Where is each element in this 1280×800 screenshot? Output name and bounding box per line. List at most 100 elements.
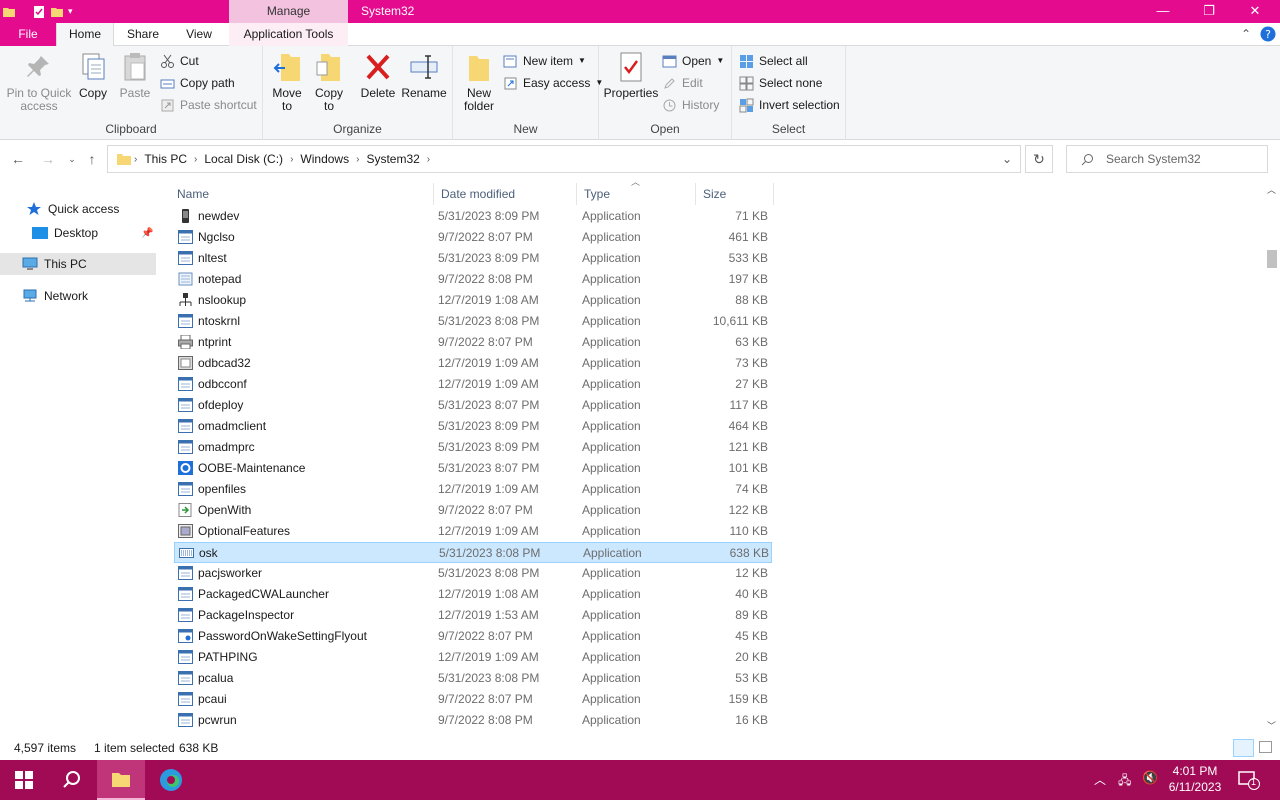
show-hidden-icons-icon[interactable]: ︿ — [1094, 771, 1106, 788]
table-row[interactable]: PATHPING 12/7/2019 1:09 AM Application 20 K… — [174, 647, 772, 668]
tab-share[interactable]: Share — [120, 23, 166, 46]
breadcrumb-system32[interactable]: System32 — [366, 152, 419, 166]
tab-view[interactable]: View — [176, 23, 222, 46]
paste-shortcut-button[interactable]: Paste shortcut — [160, 95, 257, 115]
easy-access-button[interactable]: Easy access ▼ — [503, 73, 603, 93]
table-row[interactable]: openfiles 12/7/2019 1:09 AM Application 74 … — [174, 479, 772, 500]
breadcrumb-separator-icon[interactable]: › — [290, 154, 293, 165]
table-row[interactable]: nltest 5/31/2023 8:09 PM Application 533 KB — [174, 248, 772, 269]
rename-button[interactable]: Rename — [401, 50, 447, 100]
restore-button[interactable]: ❐ — [1186, 0, 1232, 23]
edit-button[interactable]: Edit — [662, 73, 703, 93]
copy-button[interactable]: Copy — [74, 50, 112, 100]
table-row[interactable]: PackageInspector 12/7/2019 1:53 AM Applica… — [174, 605, 772, 626]
table-row[interactable]: odbcad32 12/7/2019 1:09 AM Application 73 K… — [174, 353, 772, 374]
table-row[interactable]: ntoskrnl 5/31/2023 8:08 PM Application 10,6… — [174, 311, 772, 332]
table-row[interactable]: pcwrun 9/7/2022 8:08 PM Application 16 KB — [174, 710, 772, 731]
properties-check-icon[interactable] — [32, 5, 46, 19]
scrollbar-thumb[interactable] — [1267, 250, 1277, 268]
table-row[interactable]: odbcconf 12/7/2019 1:09 AM Application 27 K… — [174, 374, 772, 395]
notification-center-icon[interactable]: 1 — [1238, 770, 1260, 790]
search-box[interactable]: Search System32 — [1066, 145, 1268, 173]
table-row[interactable]: OptionalFeatures 12/7/2019 1:09 AM Applica… — [174, 521, 772, 542]
refresh-icon[interactable]: ↻ — [1025, 145, 1053, 173]
cut-button[interactable]: Cut — [160, 51, 199, 71]
table-row[interactable]: PackagedCWALauncher 12/7/2019 1:08 AM Appl… — [174, 584, 772, 605]
open-button[interactable]: Open ▼ — [662, 51, 724, 71]
table-row[interactable]: pcalua 5/31/2023 8:08 PM Application 53 KB — [174, 668, 772, 689]
column-header-date[interactable]: Date modified — [434, 183, 577, 205]
paste-button[interactable]: Paste — [116, 50, 154, 100]
move-to-button[interactable]: Move to — [269, 50, 305, 113]
breadcrumb-windows[interactable]: Windows — [300, 152, 349, 166]
breadcrumb-local-disk[interactable]: Local Disk (C:) — [204, 152, 283, 166]
table-row[interactable]: Ngclso 9/7/2022 8:07 PM Application 461 KB — [174, 227, 772, 248]
table-row[interactable]: PasswordOnWakeSettingFlyout 9/7/2022 8:07… — [174, 626, 772, 647]
start-windows-icon[interactable] — [0, 760, 48, 800]
select-none-button[interactable]: Select none — [739, 73, 822, 93]
nav-quick-access[interactable]: Quick access — [0, 198, 156, 220]
column-header-name[interactable]: Name — [170, 183, 434, 205]
table-row[interactable]: notepad 9/7/2022 8:08 PM Application 197 KB — [174, 269, 772, 290]
breadcrumb-separator-icon[interactable]: › — [194, 154, 197, 165]
pin-icon[interactable]: 📌 — [141, 228, 153, 239]
table-row[interactable]: newdev 5/31/2023 8:09 PM Application 71 KB — [174, 206, 772, 227]
nav-this-pc[interactable]: This PC — [0, 253, 156, 275]
address-bar[interactable]: › This PC › Local Disk (C:) › Windows › … — [107, 145, 1021, 173]
column-header-size[interactable]: Size — [696, 183, 774, 205]
breadcrumb-this-pc[interactable]: This PC — [144, 152, 187, 166]
breadcrumb-separator-icon[interactable]: › — [356, 154, 359, 165]
clock[interactable]: 4:01 PM 6/11/2023 — [1160, 763, 1230, 795]
help-icon[interactable]: ? — [1258, 23, 1278, 46]
customize-toolbar-icon[interactable]: ▾ — [68, 6, 73, 17]
minimize-ribbon-icon[interactable]: ⌃ — [1236, 23, 1256, 46]
address-history-chevron-icon[interactable]: ⌄ — [1002, 152, 1012, 166]
delete-button[interactable]: Delete — [359, 50, 397, 100]
scroll-down-icon[interactable]: ﹀ — [1267, 719, 1276, 732]
search-input[interactable]: Search System32 — [1106, 152, 1201, 166]
table-row[interactable]: ofdeploy 5/31/2023 8:07 PM Application 117 … — [174, 395, 772, 416]
table-row[interactable]: OpenWith 9/7/2022 8:07 PM Application 122 K… — [174, 500, 772, 521]
new-folder-button[interactable]: New folder — [459, 50, 499, 113]
nav-network[interactable]: Network — [0, 285, 156, 307]
vertical-scrollbar[interactable]: ︿ ﹀ — [1264, 177, 1280, 734]
forward-arrow-icon[interactable]: → — [38, 149, 58, 169]
copy-path-button[interactable]: Copy path — [160, 73, 235, 93]
details-view-icon[interactable] — [1233, 739, 1254, 757]
large-icons-view-icon[interactable] — [1259, 741, 1272, 753]
invert-selection-button[interactable]: Invert selection — [739, 95, 840, 115]
table-row[interactable]: ntprint 9/7/2022 8:07 PM Application 63 KB — [174, 332, 772, 353]
nav-desktop[interactable]: Desktop 📌 — [0, 222, 156, 244]
table-row[interactable]: omadmprc 5/31/2023 8:09 PM Application 121 … — [174, 437, 772, 458]
tab-application-tools[interactable]: Application Tools — [229, 23, 348, 46]
table-row[interactable]: pcaui 9/7/2022 8:07 PM Application 159 KB — [174, 689, 772, 710]
minimize-button[interactable]: — — [1140, 0, 1186, 23]
edge-browser-icon[interactable] — [147, 760, 195, 800]
file-explorer-taskbar-icon[interactable] — [97, 760, 145, 800]
network-status-icon[interactable]: 🖧 — [1118, 771, 1131, 792]
table-row-selected[interactable]: osk 5/31/2023 8:08 PM Application 638 KB — [174, 542, 772, 563]
volume-icon[interactable]: 🔇 — [1142, 770, 1158, 786]
recent-locations-chevron-icon[interactable]: ⌄ — [62, 149, 82, 169]
scroll-up-icon[interactable]: ︿ — [1267, 183, 1276, 196]
taskbar-search-icon[interactable] — [48, 760, 96, 800]
breadcrumb-separator-icon[interactable]: › — [427, 154, 430, 165]
close-button[interactable]: ✕ — [1232, 0, 1278, 23]
table-row[interactable]: pacjsworker 5/31/2023 8:08 PM Application 1… — [174, 563, 772, 584]
history-button[interactable]: History — [662, 95, 719, 115]
breadcrumb-separator-icon[interactable]: › — [134, 154, 137, 165]
manage-context-tab[interactable]: Manage — [229, 0, 348, 23]
pin-quick-access-button[interactable]: Pin to Quick access — [4, 50, 74, 113]
back-arrow-icon[interactable]: ← — [8, 149, 28, 169]
table-row[interactable]: OOBE-Maintenance 5/31/2023 8:07 PM Applica… — [174, 458, 772, 479]
tab-home[interactable]: Home — [56, 23, 114, 47]
tab-file[interactable]: File — [0, 23, 56, 46]
table-row[interactable]: omadmclient 5/31/2023 8:09 PM Application 4… — [174, 416, 772, 437]
copy-to-button[interactable]: Copy to — [311, 50, 347, 113]
select-all-button[interactable]: Select all — [739, 51, 808, 71]
table-row[interactable]: nslookup 12/7/2019 1:08 AM Application 88 K… — [174, 290, 772, 311]
new-folder-icon[interactable] — [50, 5, 64, 19]
properties-button[interactable]: Properties — [603, 50, 659, 100]
new-item-button[interactable]: New item ▼ — [503, 51, 586, 71]
up-arrow-icon[interactable]: ↑ — [82, 149, 102, 169]
